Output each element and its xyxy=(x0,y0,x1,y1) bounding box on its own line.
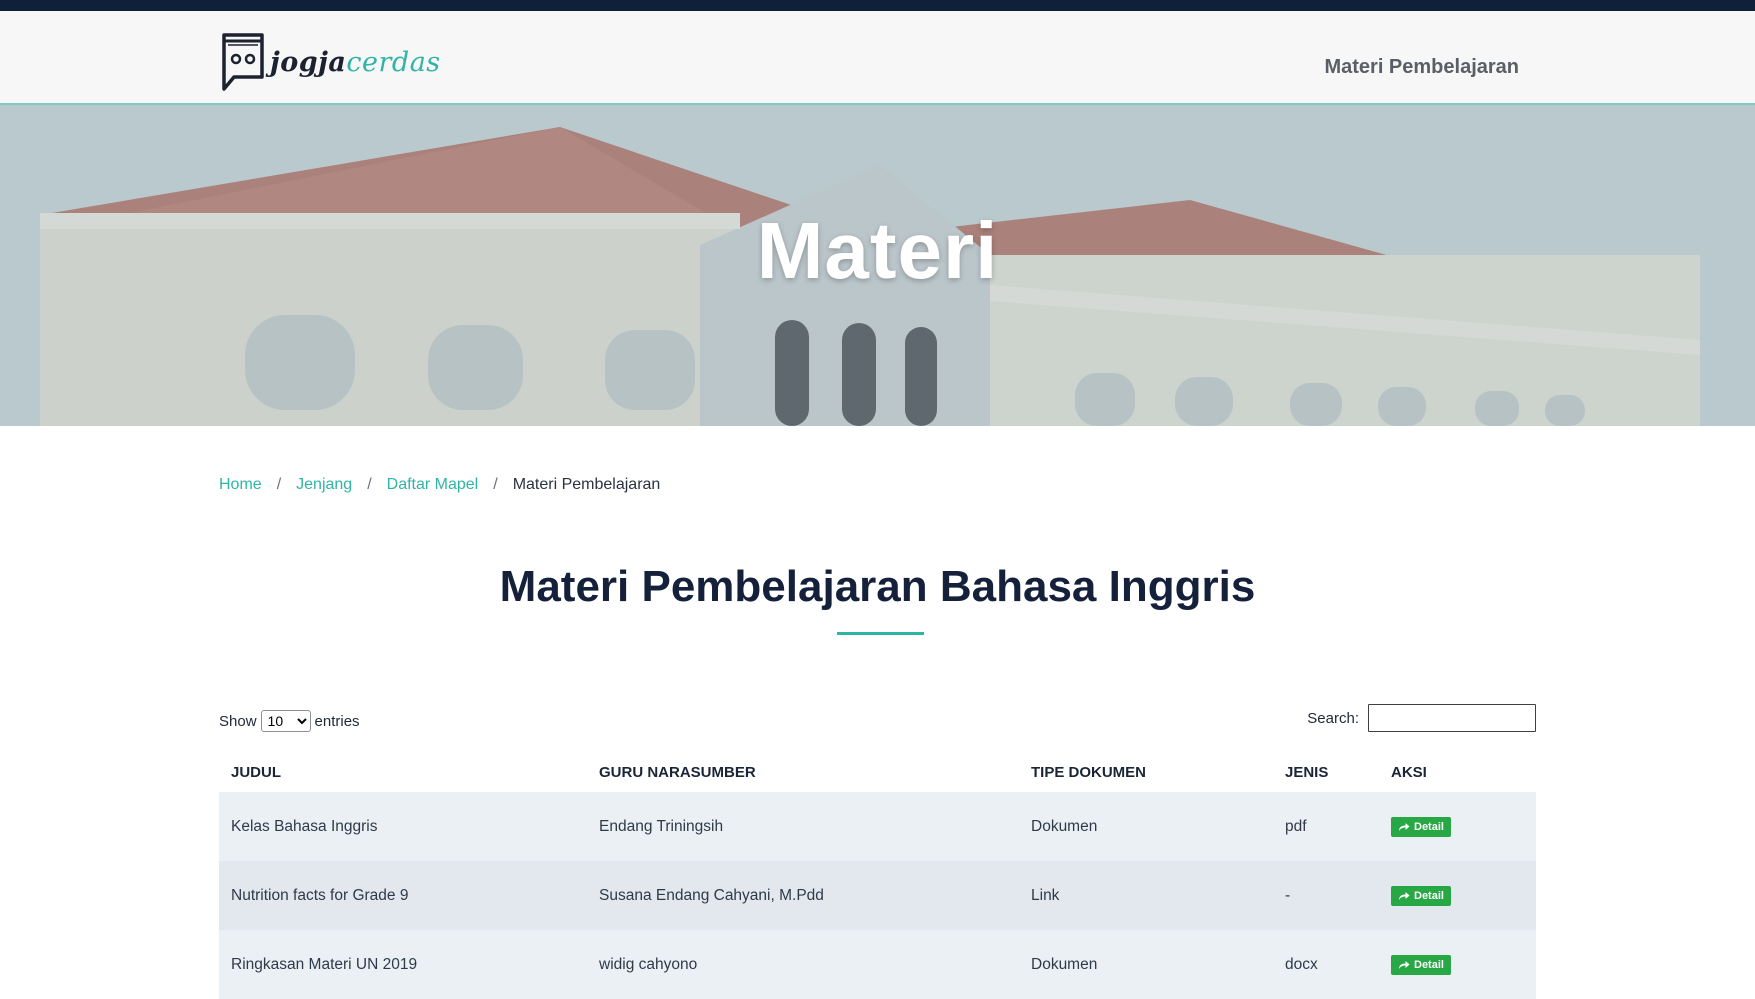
top-strip xyxy=(0,0,1755,11)
page-title: Materi Pembelajaran Bahasa Inggris xyxy=(499,562,1256,611)
table-row: Nutrition facts for Grade 9 Susana Endan… xyxy=(219,861,1536,930)
cell-aksi: Detail xyxy=(1379,930,1536,999)
search-area: Search: xyxy=(1307,704,1536,732)
breadcrumb-separator: / xyxy=(367,476,372,493)
breadcrumb-separator: / xyxy=(276,476,282,493)
breadcrumb-home[interactable]: Home xyxy=(219,476,262,494)
cell-tipe: Link xyxy=(1019,861,1273,930)
search-input[interactable] xyxy=(1368,704,1536,732)
table-header-row: JUDUL GURU NARASUMBER TIPE DOKUMEN JENIS… xyxy=(219,752,1536,792)
title-underline xyxy=(837,632,924,635)
header-aksi[interactable]: AKSI xyxy=(1379,752,1536,792)
share-arrow-icon xyxy=(1399,822,1410,831)
detail-button-label: Detail xyxy=(1414,820,1444,833)
breadcrumb-separator: / xyxy=(493,476,498,493)
hero-banner: Materi xyxy=(0,105,1755,426)
share-arrow-icon xyxy=(1399,891,1410,900)
cell-guru: Endang Triningsih xyxy=(587,792,1019,861)
cell-jenis: pdf xyxy=(1273,792,1379,861)
header-guru-narasumber[interactable]: GURU NARASUMBER xyxy=(587,752,1019,792)
cell-aksi: Detail xyxy=(1379,792,1536,861)
cell-guru: Susana Endang Cahyani, M.Pdd xyxy=(587,861,1019,930)
hero-title: Materi xyxy=(756,206,999,295)
breadcrumb-daftar-mapel[interactable]: Daftar Mapel xyxy=(387,476,479,494)
detail-button[interactable]: Detail xyxy=(1391,954,1451,975)
cell-tipe: Dokumen xyxy=(1019,930,1273,999)
detail-button[interactable]: Detail xyxy=(1391,885,1451,906)
breadcrumb-current: Materi Pembelajaran xyxy=(512,476,661,493)
show-entries: Show 10 entries xyxy=(219,710,360,732)
navbar: jogjacerdas Materi Pembelajaran xyxy=(0,11,1755,105)
entries-label: entries xyxy=(314,712,360,730)
materi-table: JUDUL GURU NARASUMBER TIPE DOKUMEN JENIS… xyxy=(219,752,1536,999)
logo-text: jogjacerdas xyxy=(270,47,441,78)
logo-text-jogja: jogja xyxy=(270,46,347,78)
cell-judul: Ringkasan Materi UN 2019 xyxy=(219,930,587,999)
share-arrow-icon xyxy=(1399,960,1410,969)
detail-button[interactable]: Detail xyxy=(1391,816,1451,837)
logo-text-cerdas: cerdas xyxy=(346,46,441,78)
show-label: Show xyxy=(219,712,257,730)
search-label: Search: xyxy=(1307,709,1359,727)
breadcrumb: Home / Jenjang / Daftar Mapel / Materi P… xyxy=(219,476,660,494)
breadcrumb-jenjang[interactable]: Jenjang xyxy=(296,476,352,494)
cell-jenis: docx xyxy=(1273,930,1379,999)
table-row: Ringkasan Materi UN 2019 widig cahyono D… xyxy=(219,930,1536,999)
nav-link-materi[interactable]: Materi Pembelajaran xyxy=(1324,56,1519,79)
header-tipe-dokumen[interactable]: TIPE DOKUMEN xyxy=(1019,752,1273,792)
entries-select[interactable]: 10 xyxy=(260,710,311,732)
cell-tipe: Dokumen xyxy=(1019,792,1273,861)
cell-aksi: Detail xyxy=(1379,861,1536,930)
cell-judul: Kelas Bahasa Inggris xyxy=(219,792,587,861)
logo[interactable]: jogjacerdas xyxy=(218,31,441,93)
chat-bubble-icon xyxy=(222,33,264,91)
cell-guru: widig cahyono xyxy=(587,930,1019,999)
detail-button-label: Detail xyxy=(1414,889,1444,902)
table-row: Kelas Bahasa Inggris Endang Triningsih D… xyxy=(219,792,1536,861)
header-judul[interactable]: JUDUL xyxy=(219,752,587,792)
cell-jenis: - xyxy=(1273,861,1379,930)
detail-button-label: Detail xyxy=(1414,958,1444,971)
header-jenis[interactable]: JENIS xyxy=(1273,752,1379,792)
cell-judul: Nutrition facts for Grade 9 xyxy=(219,861,587,930)
